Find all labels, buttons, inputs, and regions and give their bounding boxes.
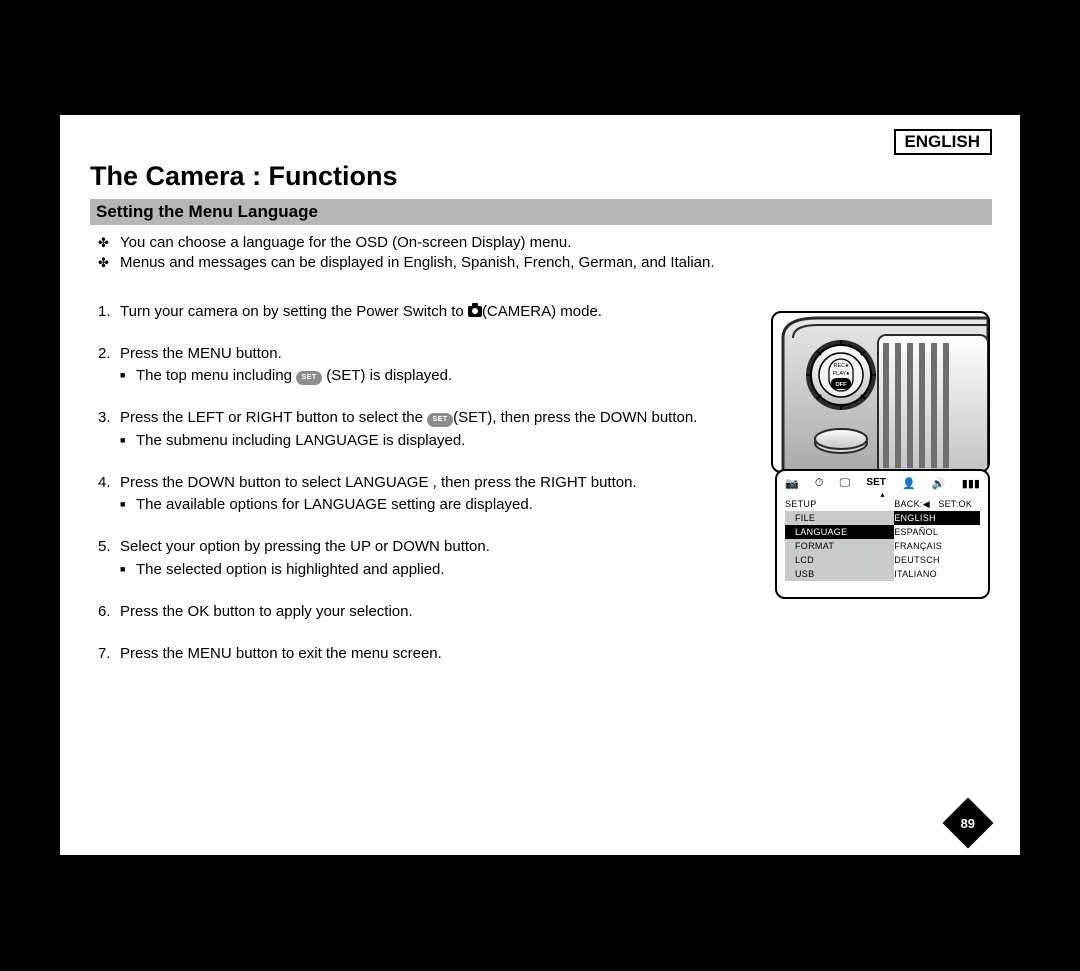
set-icon: SET [296, 371, 322, 385]
osd-tabs: 📷 ⏱ 🖵 SET 👤 🔊 ▮▮▮ [777, 477, 988, 492]
osd-tab-set: SET [866, 477, 885, 490]
step-number: 7. [98, 644, 120, 664]
camera-mode-icon [468, 306, 482, 317]
osd-row-left: USB [785, 567, 894, 581]
body-text: You can choose a language for the OSD (O… [98, 233, 740, 686]
osd-row-right: ENGLISH [894, 511, 980, 525]
osd-row: FORMATFRANÇAIS [777, 539, 988, 553]
step-number: 1. [98, 302, 120, 322]
svg-text:PLAY●: PLAY● [833, 371, 850, 377]
section-subtitle: Setting the Menu Language [90, 199, 992, 225]
osd-header-back: BACK:◀ [894, 499, 930, 509]
set-icon: SET [427, 413, 453, 427]
osd-header-left: SETUP [785, 499, 894, 510]
osd-row-left: LCD [785, 553, 894, 567]
language-indicator: ENGLISH [894, 129, 992, 155]
manual-page: ENGLISH The Camera : Functions Setting t… [60, 115, 1020, 855]
step-number: 4. [98, 473, 120, 493]
osd-header: SETUP BACK:◀ SET:OK [777, 498, 988, 511]
osd-tab-icon: 🔊 [932, 477, 946, 490]
osd-tab-icon: 📷 [785, 477, 799, 490]
osd-row: USBITALIANO [777, 567, 988, 581]
osd-row-right: ESPAÑOL [894, 525, 980, 539]
osd-row-right: ITALIANO [894, 567, 980, 581]
step: 2.Press the MENU button.The top menu inc… [98, 344, 740, 387]
osd-row: LANGUAGEESPAÑOL [777, 525, 988, 539]
step-sub: The available options for LANGUAGE setti… [120, 495, 740, 515]
page-number-badge: 89 [943, 798, 994, 849]
step-number: 5. [98, 537, 120, 557]
svg-text:OFF: OFF [836, 382, 848, 388]
osd-tab-icon: 👤 [902, 477, 916, 490]
osd-menu-figure: 📷⏱🖵SET👤🔊▮▮▮ ▴ SETUP BACK:◀ SET:OK FILEEN… [775, 469, 990, 599]
osd-tab-icon: ▮▮▮ [962, 477, 980, 490]
svg-text:REC●: REC● [834, 363, 849, 369]
osd-header-setok: SET:OK [938, 499, 972, 509]
osd-row-right: DEUTSCH [894, 553, 980, 567]
step-sub: The selected option is highlighted and a… [120, 560, 740, 580]
osd-row-left: FORMAT [785, 539, 894, 553]
step-sub: The submenu including LANGUAGE is displa… [120, 431, 740, 451]
step-number: 3. [98, 408, 120, 428]
page-title: The Camera : Functions [90, 161, 398, 192]
step: 5.Select your option by pressing the UP … [98, 537, 740, 580]
osd-row: FILEENGLISH [777, 511, 988, 525]
osd-row-right: FRANÇAIS [894, 539, 980, 553]
intro-bullet: You can choose a language for the OSD (O… [98, 233, 740, 253]
osd-row: LCDDEUTSCH [777, 553, 988, 567]
step-number: 2. [98, 344, 120, 364]
step: 1.Turn your camera on by setting the Pow… [98, 302, 740, 322]
osd-tab-icon: ⏱ [815, 477, 824, 490]
step: 7.Press the MENU button to exit the menu… [98, 644, 740, 664]
page-number: 89 [961, 816, 975, 831]
step-sub: The top menu including SET (SET) is disp… [120, 366, 740, 386]
osd-tab-icon: 🖵 [840, 477, 851, 490]
step: 6.Press the OK button to apply your sele… [98, 602, 740, 622]
step: 3.Press the LEFT or RIGHT button to sele… [98, 408, 740, 451]
step-number: 6. [98, 602, 120, 622]
osd-row-left: FILE [785, 511, 894, 525]
osd-row-left: LANGUAGE [785, 525, 894, 539]
camera-illustration: REC● PLAY● OFF [771, 311, 990, 473]
intro-bullet: Menus and messages can be displayed in E… [98, 253, 740, 273]
step: 4.Press the DOWN button to select LANGUA… [98, 473, 740, 516]
